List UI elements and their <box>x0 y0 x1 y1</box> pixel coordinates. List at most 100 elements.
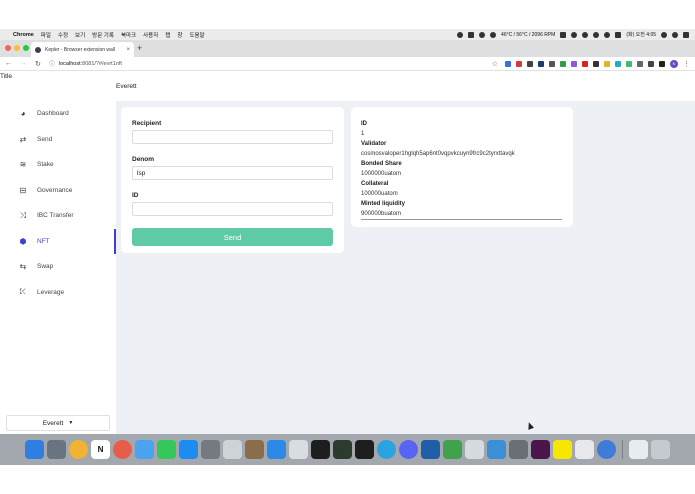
maximize-window-button[interactable] <box>23 45 29 51</box>
status-app-icon[interactable] <box>479 31 486 38</box>
numbers-icon[interactable] <box>443 440 462 459</box>
reload-icon[interactable]: ↻ <box>35 60 41 68</box>
denom-input[interactable] <box>132 166 333 180</box>
chevron-down-icon: ▼ <box>68 420 74 426</box>
extension-icon[interactable] <box>604 60 610 67</box>
notes-icon[interactable] <box>245 440 264 459</box>
url-field[interactable]: localhost:8081/?#/evrt1nft <box>59 61 122 67</box>
menu-edit[interactable]: 수정 <box>58 31 68 39</box>
profile-avatar[interactable]: K <box>670 59 678 68</box>
extension-icon[interactable] <box>571 60 577 67</box>
menu-window[interactable]: 창 <box>177 31 182 39</box>
extension-icon[interactable] <box>582 60 588 67</box>
site-info-icon[interactable]: ⓘ <box>49 59 55 68</box>
status-app-icon[interactable] <box>490 31 497 38</box>
photos-icon[interactable] <box>113 440 132 459</box>
status-app-icon[interactable] <box>560 31 567 38</box>
app-store-icon[interactable] <box>179 440 198 459</box>
extension-icon[interactable] <box>560 60 566 67</box>
menu-bookmarks[interactable]: 북마크 <box>121 31 136 39</box>
sidebar-item-ibc-transfer[interactable]: ⤨ IBC Transfer <box>0 203 116 229</box>
wifi-icon[interactable] <box>604 31 611 38</box>
launchpad-icon[interactable] <box>47 440 66 459</box>
extension-icon[interactable] <box>626 60 632 67</box>
new-tab-button[interactable]: + <box>137 43 142 53</box>
chrome-icon[interactable] <box>69 440 88 459</box>
minimize-window-button[interactable] <box>14 45 20 51</box>
status-app-icon[interactable] <box>593 31 600 38</box>
slack-icon[interactable] <box>531 440 550 459</box>
menu-tab[interactable]: 탭 <box>165 31 170 39</box>
extension-icon[interactable] <box>549 60 555 67</box>
calculator-icon[interactable] <box>465 440 484 459</box>
facetime-icon[interactable] <box>157 440 176 459</box>
sidebar-item-leverage[interactable]: ⤪ Leverage <box>0 280 116 306</box>
browser-menu-icon[interactable]: ⋮ <box>683 60 690 68</box>
menu-file[interactable]: 파일 <box>41 31 51 39</box>
trash-icon[interactable] <box>651 440 670 459</box>
status-app-icon[interactable] <box>468 31 475 38</box>
activity-monitor-icon[interactable] <box>509 440 528 459</box>
discord-icon[interactable] <box>399 440 418 459</box>
browser-tab[interactable]: Kepler - Browser extension wall × <box>31 42 134 57</box>
messages-icon[interactable] <box>135 440 154 459</box>
menubar-clock[interactable]: (화) 오전 4:05 <box>626 31 656 38</box>
status-app-icon[interactable] <box>571 31 578 38</box>
extension-icon[interactable] <box>527 60 533 67</box>
notification-center-icon[interactable] <box>683 31 689 38</box>
close-window-button[interactable] <box>5 45 11 51</box>
send-button[interactable]: Send <box>132 228 333 246</box>
pages-icon[interactable] <box>575 440 594 459</box>
finder-window-icon[interactable] <box>487 440 506 459</box>
sidebar-item-stake[interactable]: ≋ Stake <box>0 152 116 178</box>
sidebar-item-swap[interactable]: ⇆ Swap <box>0 254 116 280</box>
id-input[interactable] <box>132 202 333 216</box>
extension-icon[interactable] <box>538 60 544 67</box>
r-studio-icon[interactable] <box>421 440 440 459</box>
menu-history[interactable]: 방문 기록 <box>92 31 114 39</box>
status-app-icon[interactable] <box>582 31 589 38</box>
downloads-folder-icon[interactable] <box>629 440 648 459</box>
menu-help[interactable]: 도움말 <box>189 31 204 39</box>
preview-icon[interactable] <box>223 440 242 459</box>
sidebar-nav: ◕ Dashboard ⇄ Send ≋ Stake ⊟ Governance … <box>0 101 116 305</box>
page-title: Title <box>0 73 13 80</box>
extension-icon[interactable] <box>648 60 654 67</box>
xcode-icon[interactable] <box>267 440 286 459</box>
battery-icon[interactable] <box>615 31 622 38</box>
bookmark-star-icon[interactable]: ☆ <box>492 60 498 68</box>
telegram-icon[interactable] <box>377 440 396 459</box>
sidebar-item-label: Leverage <box>37 288 65 296</box>
system-preferences-icon[interactable] <box>201 440 220 459</box>
sidebar-item-dashboard[interactable]: ◕ Dashboard <box>0 101 116 127</box>
notion-icon[interactable]: N <box>91 440 110 459</box>
menu-chrome[interactable]: Chrome <box>13 32 34 38</box>
extension-icon[interactable] <box>615 60 621 67</box>
menu-people[interactable]: 사용자 <box>143 31 158 39</box>
vscode-icon[interactable] <box>355 440 374 459</box>
extension-icon[interactable] <box>516 60 522 67</box>
goland-icon[interactable] <box>333 440 352 459</box>
back-arrow-icon[interactable]: ← <box>5 60 12 67</box>
sidebar-item-send[interactable]: ⇄ Send <box>0 127 116 153</box>
terminal-icon[interactable] <box>311 440 330 459</box>
forward-arrow-icon[interactable]: → <box>20 60 27 67</box>
sidebar-item-governance[interactable]: ⊟ Governance <box>0 178 116 204</box>
tab-close-icon[interactable]: × <box>126 47 130 53</box>
account-select[interactable]: Everett ▼ <box>6 415 110 431</box>
quicktime-icon[interactable] <box>597 440 616 459</box>
kakaotalk-icon[interactable] <box>553 440 572 459</box>
finder-icon[interactable] <box>25 440 44 459</box>
user-icon[interactable] <box>672 31 678 38</box>
temperature-fan-status[interactable]: 46°C / 56°C / 2096 RPM <box>501 32 555 38</box>
menu-view[interactable]: 보기 <box>75 31 85 39</box>
spotlight-search-icon[interactable] <box>661 31 667 38</box>
textedit-icon[interactable] <box>289 440 308 459</box>
extension-icon[interactable] <box>637 60 643 67</box>
sidebar-item-nft[interactable]: ⬢ NFT <box>0 228 116 255</box>
extension-icon[interactable] <box>593 60 599 67</box>
recipient-input[interactable] <box>132 130 333 144</box>
status-app-icon[interactable] <box>457 31 464 38</box>
extension-icon[interactable] <box>659 60 665 67</box>
extension-icon[interactable] <box>505 60 511 67</box>
